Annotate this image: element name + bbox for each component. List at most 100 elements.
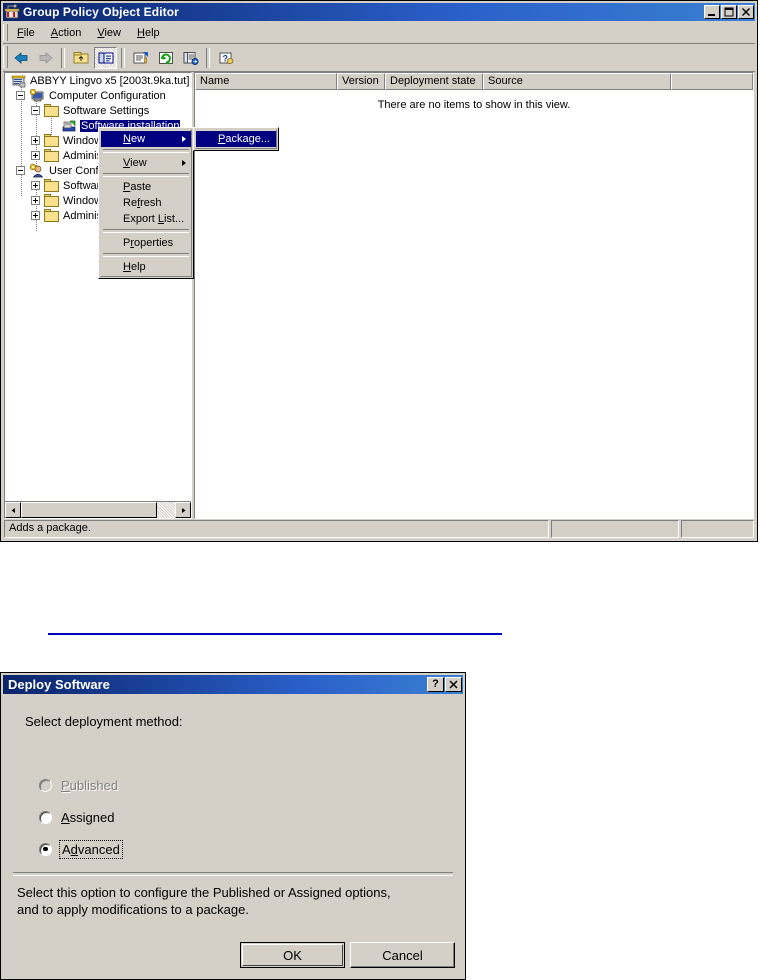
- toolbar-separator-3: [206, 47, 210, 68]
- submenu-item-label: Package...: [218, 133, 270, 145]
- new-submenu-inner: Package...: [195, 129, 277, 149]
- column-header-version[interactable]: Version: [337, 73, 385, 90]
- context-menu-item-label: New: [123, 133, 146, 145]
- help-button[interactable]: ?: [214, 47, 237, 69]
- tree-item-label: Softwar: [63, 179, 101, 192]
- menu-view-rest: iew: [104, 27, 121, 39]
- menubar: File Action View Help: [3, 23, 755, 44]
- statusbar-pane-2: [551, 520, 679, 538]
- column-header-filler[interactable]: [671, 73, 753, 90]
- context-menu-item-label: Paste: [123, 181, 152, 193]
- context-menu-separator: [103, 229, 189, 233]
- user-icon: [29, 163, 46, 178]
- dialog-title: Deploy Software: [8, 677, 110, 692]
- export-list-button[interactable]: [179, 47, 202, 69]
- tree-item-software-settings[interactable]: Software Settings: [5, 103, 191, 118]
- screenshot-root: Group Policy Object Editor File Action V…: [0, 0, 760, 980]
- radio-advanced-icon[interactable]: [39, 842, 52, 856]
- toolbar-separator-2: [121, 47, 125, 68]
- folder-icon: [44, 134, 60, 147]
- context-menu-item-export-list[interactable]: Export List...: [101, 211, 191, 227]
- context-menu-item-view[interactable]: View: [101, 155, 191, 171]
- expand-icon[interactable]: [31, 211, 40, 220]
- scrollbar-track[interactable]: [21, 502, 175, 518]
- tree-item-label: Window: [63, 134, 103, 147]
- context-menu-item-label: Refresh: [123, 197, 162, 209]
- main-titlebar[interactable]: Group Policy Object Editor: [3, 3, 755, 21]
- up-one-level-button[interactable]: [69, 47, 92, 69]
- cancel-button[interactable]: Cancel: [350, 942, 455, 968]
- back-button[interactable]: [9, 47, 32, 69]
- new-submenu[interactable]: Package...: [193, 127, 279, 151]
- maximize-button[interactable]: [721, 5, 737, 19]
- group-policy-icon: [4, 4, 20, 20]
- context-menu[interactable]: New View Paste Refresh Export List... Pr…: [98, 127, 194, 279]
- deployment-method-prompt: Select deployment method:: [25, 714, 183, 729]
- menu-view[interactable]: View: [90, 25, 128, 41]
- expand-icon[interactable]: [31, 196, 40, 205]
- option-description: Select this option to configure the Publ…: [17, 884, 453, 918]
- submenu-item-package[interactable]: Package...: [196, 131, 276, 147]
- expand-icon[interactable]: [31, 136, 40, 145]
- tree-item-label: ABBYY Lingvo x5 [2003t.9ka.tut] P: [30, 74, 191, 87]
- forward-button[interactable]: [34, 47, 57, 69]
- group-policy-object-editor-window: Group Policy Object Editor File Action V…: [0, 0, 758, 542]
- refresh-button[interactable]: [154, 47, 177, 69]
- radio-option-advanced[interactable]: Advanced: [39, 839, 123, 859]
- context-menu-item-label: Properties: [123, 237, 174, 249]
- scroll-left-icon[interactable]: [5, 502, 21, 518]
- properties-button[interactable]: [129, 47, 152, 69]
- collapse-icon[interactable]: [31, 106, 40, 115]
- menu-action-rest: ction: [58, 27, 82, 39]
- close-button[interactable]: [445, 677, 462, 692]
- tree-horizontal-scrollbar[interactable]: [5, 501, 191, 518]
- radio-option-assigned[interactable]: Assigned: [39, 808, 114, 826]
- context-menu-item-refresh[interactable]: Refresh: [101, 195, 191, 211]
- toolbar-separator-1: [61, 47, 65, 68]
- column-header-deployment-state[interactable]: Deployment state: [385, 73, 483, 90]
- tree-item-computer-configuration[interactable]: Computer Configuration: [5, 88, 191, 103]
- help-button[interactable]: ?: [427, 677, 444, 692]
- tree-item-label: Software Settings: [63, 104, 150, 117]
- context-menu-item-new[interactable]: New: [101, 131, 191, 147]
- radio-option-published[interactable]: Published: [39, 776, 118, 794]
- close-button[interactable]: [738, 5, 754, 19]
- list-empty-message: There are no items to show in this view.: [377, 99, 571, 111]
- column-header-source[interactable]: Source: [483, 73, 671, 90]
- dialog-titlebar[interactable]: Deploy Software ?: [3, 675, 463, 694]
- statusbar-pane-3: [681, 520, 754, 538]
- menu-action[interactable]: Action: [44, 25, 89, 41]
- tree-item-gpo-root[interactable]: ABBYY Lingvo x5 [2003t.9ka.tut] P: [5, 73, 191, 88]
- menu-file-rest: ile: [23, 27, 35, 39]
- radio-assigned-icon[interactable]: [39, 810, 52, 824]
- tree-item-label: Adminis: [63, 209, 103, 222]
- context-menu-item-properties[interactable]: Properties: [101, 235, 191, 251]
- menu-file[interactable]: File: [10, 25, 42, 41]
- expand-icon[interactable]: [31, 151, 40, 160]
- option-description-line1: Select this option to configure the Publ…: [17, 885, 391, 900]
- context-menu-item-paste[interactable]: Paste: [101, 179, 191, 195]
- folder-icon: [44, 209, 60, 222]
- tree-item-label: Computer Configuration: [49, 89, 166, 102]
- ok-button[interactable]: OK: [240, 942, 345, 968]
- context-menu-item-label: Export List...: [123, 213, 185, 225]
- expand-icon[interactable]: [31, 181, 40, 190]
- toolbar: ?: [3, 44, 755, 72]
- column-header-name[interactable]: Name: [195, 73, 337, 90]
- tree-item-label: Window: [63, 194, 103, 207]
- tree-item-label: Adminis: [63, 149, 103, 162]
- context-menu-item-help[interactable]: Help: [101, 259, 191, 275]
- show-hide-console-tree-button[interactable]: [94, 46, 117, 69]
- scroll-right-icon[interactable]: [175, 502, 191, 518]
- radio-published-icon[interactable]: [39, 778, 52, 792]
- ok-button-label: OK: [283, 947, 302, 963]
- collapse-icon[interactable]: [16, 91, 25, 100]
- minimize-button[interactable]: [704, 5, 720, 19]
- horizontal-rule: [48, 633, 502, 635]
- menu-help[interactable]: Help: [130, 25, 167, 41]
- dialog-divider: [13, 872, 453, 876]
- scrollbar-thumb[interactable]: [21, 502, 157, 518]
- collapse-icon[interactable]: [16, 166, 25, 175]
- menu-help-rest: elp: [144, 27, 160, 39]
- titlebar-button-group: [703, 5, 755, 19]
